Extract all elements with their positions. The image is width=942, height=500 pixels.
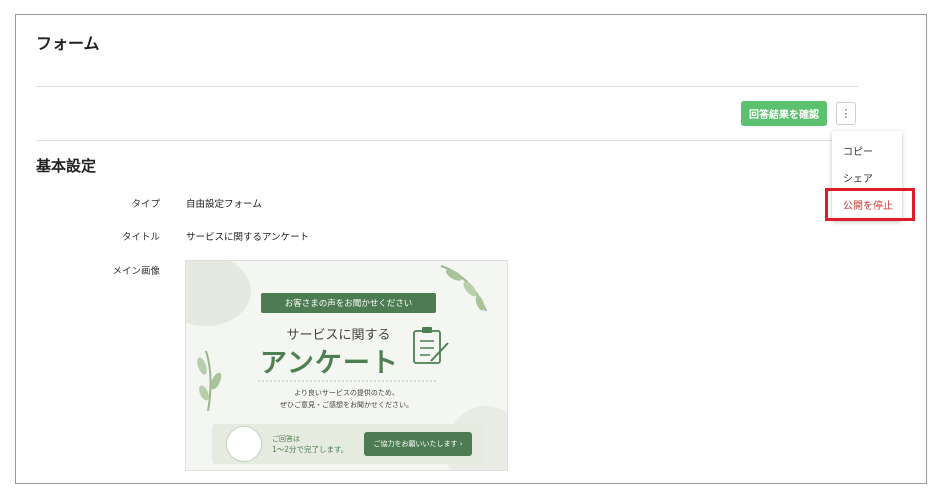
banner-footer: ご回答は 1〜2分で完了します。 ご協力をお願いいたします ›	[212, 424, 484, 464]
page-title: フォーム	[36, 34, 100, 53]
banner-note-line1: ご回答は	[272, 435, 300, 443]
field-label-type: タイプ	[131, 199, 160, 210]
banner-description-line1: より良いサービスの提供のため、	[294, 389, 399, 397]
menu-item-share[interactable]: シェア	[843, 170, 873, 185]
field-value-type: 自由設定フォーム	[186, 199, 262, 210]
banner-cta: ご協力をお願いいたします ›	[364, 432, 472, 456]
highlight-box	[825, 188, 915, 221]
divider	[36, 86, 858, 87]
kebab-menu-icon: ⋮	[840, 107, 852, 120]
banner-main-title: アンケート	[260, 348, 399, 379]
menu-item-copy[interactable]: コピー	[843, 143, 873, 158]
section-title: 基本設定	[36, 157, 97, 175]
divider	[36, 140, 858, 141]
person-illustration-icon	[226, 426, 262, 462]
field-label-main-image: メイン画像	[112, 266, 160, 277]
banner-ribbon: お客さまの声をお聞かせください	[261, 293, 436, 313]
field-value-title: サービスに関するアンケート	[186, 232, 310, 243]
field-label-title: タイトル	[121, 232, 160, 243]
more-options-button[interactable]: ⋮	[836, 102, 856, 125]
main-image: お客さまの声をお聞かせください サービスに関する アンケート より良いサービスの…	[185, 260, 508, 471]
view-results-button[interactable]: 回答結果を確認	[741, 101, 827, 126]
banner-description-line2: ぜひご意見・ご感想をお聞かせください。	[280, 401, 413, 409]
banner-note-line2: 1〜2分で完了します。	[272, 445, 349, 454]
